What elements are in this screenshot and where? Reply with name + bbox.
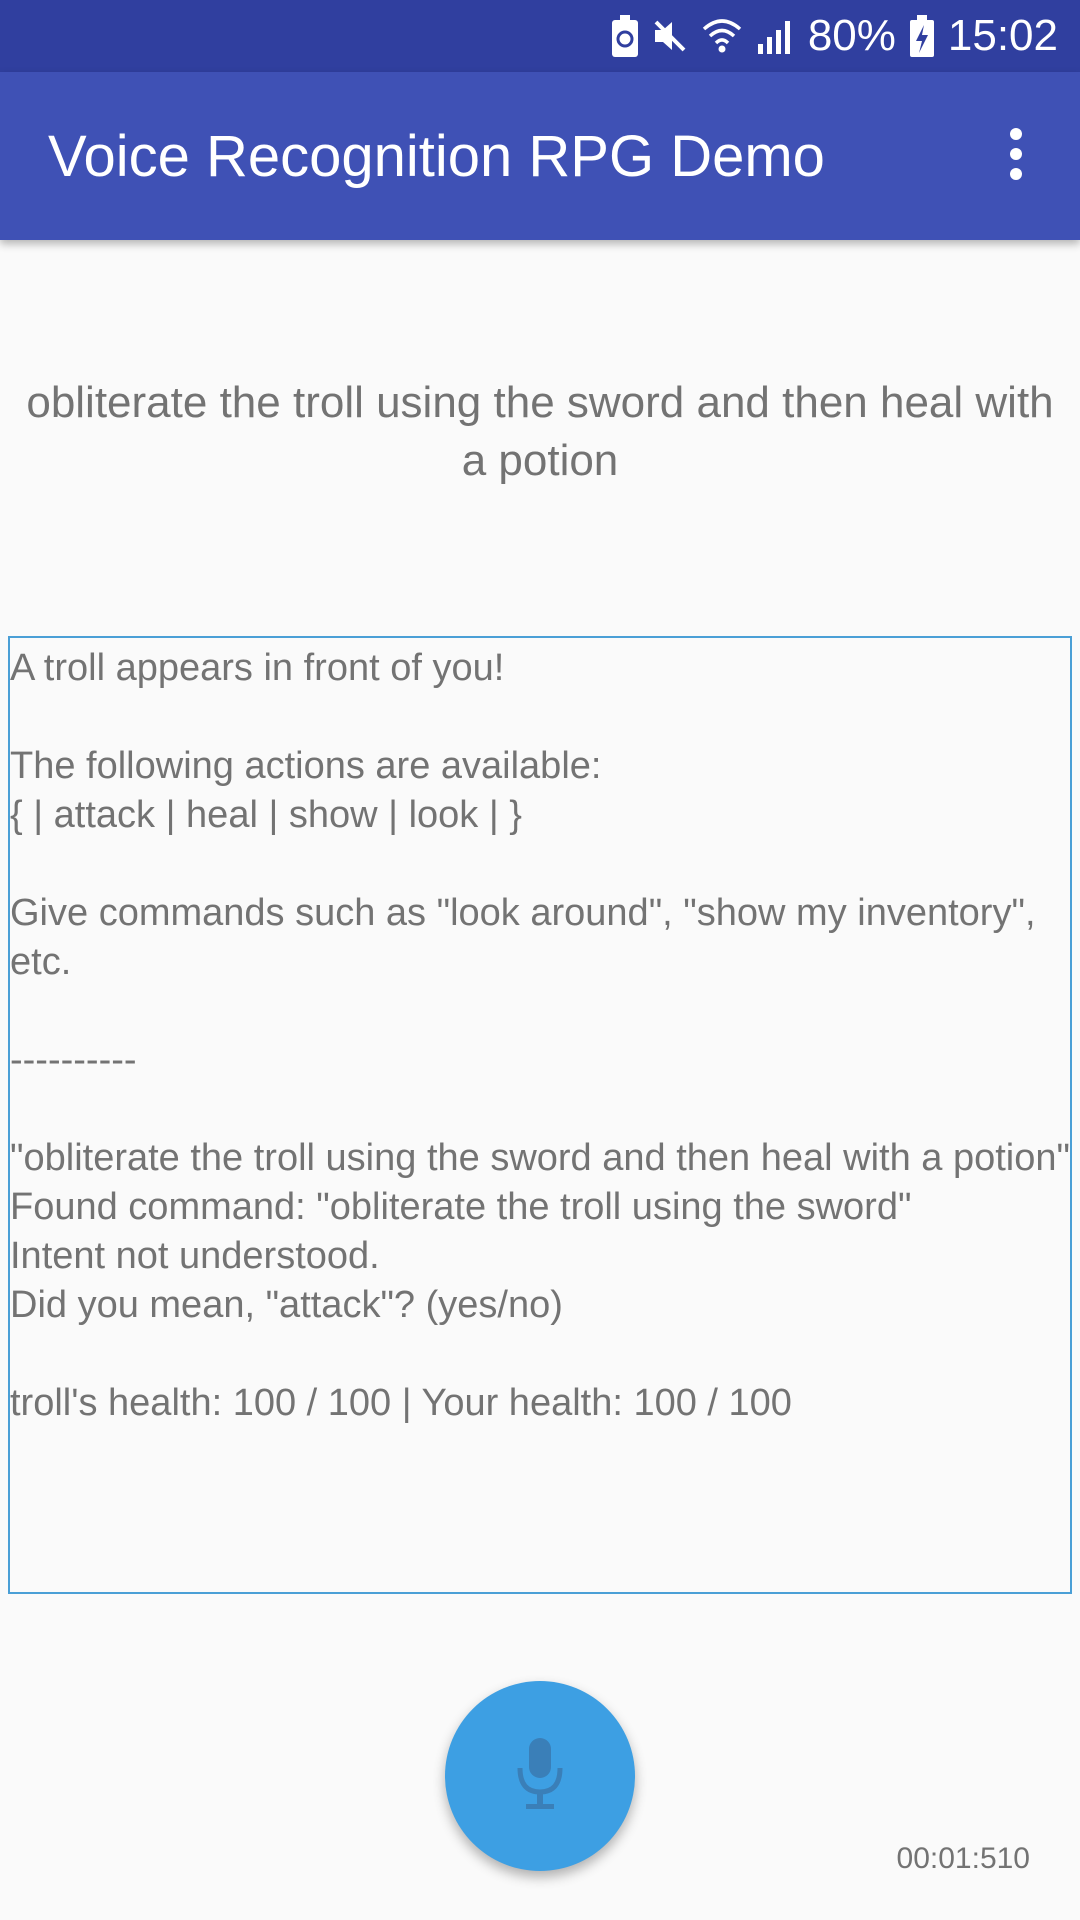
game-log-text: A troll appears in front of you! The fol… — [10, 647, 1070, 1424]
mute-icon — [652, 18, 688, 54]
mic-icon — [514, 1736, 566, 1817]
status-time: 15:02 — [947, 11, 1058, 60]
game-log-box[interactable]: A troll appears in front of you! The fol… — [8, 636, 1072, 1594]
battery-percent: 80% — [807, 11, 896, 60]
recognized-speech-text: obliterate the troll using the sword and… — [26, 378, 1054, 485]
mic-button[interactable] — [445, 1681, 635, 1871]
app-title: Voice Recognition RPG Demo — [48, 123, 825, 189]
app-bar: Voice Recognition RPG Demo — [0, 72, 1080, 240]
status-icons: 80% 15:02 — [611, 0, 1058, 72]
overflow-menu-button[interactable] — [986, 106, 1046, 206]
battery-saver-icon — [611, 15, 638, 57]
wifi-icon — [702, 17, 742, 55]
signal-icon — [756, 18, 794, 54]
status-bar: 80% 15:02 — [0, 0, 1080, 72]
more-vert-icon — [1008, 127, 1024, 185]
battery-charging-icon — [909, 15, 934, 57]
elapsed-timer: 00:01:510 — [896, 1842, 1030, 1875]
